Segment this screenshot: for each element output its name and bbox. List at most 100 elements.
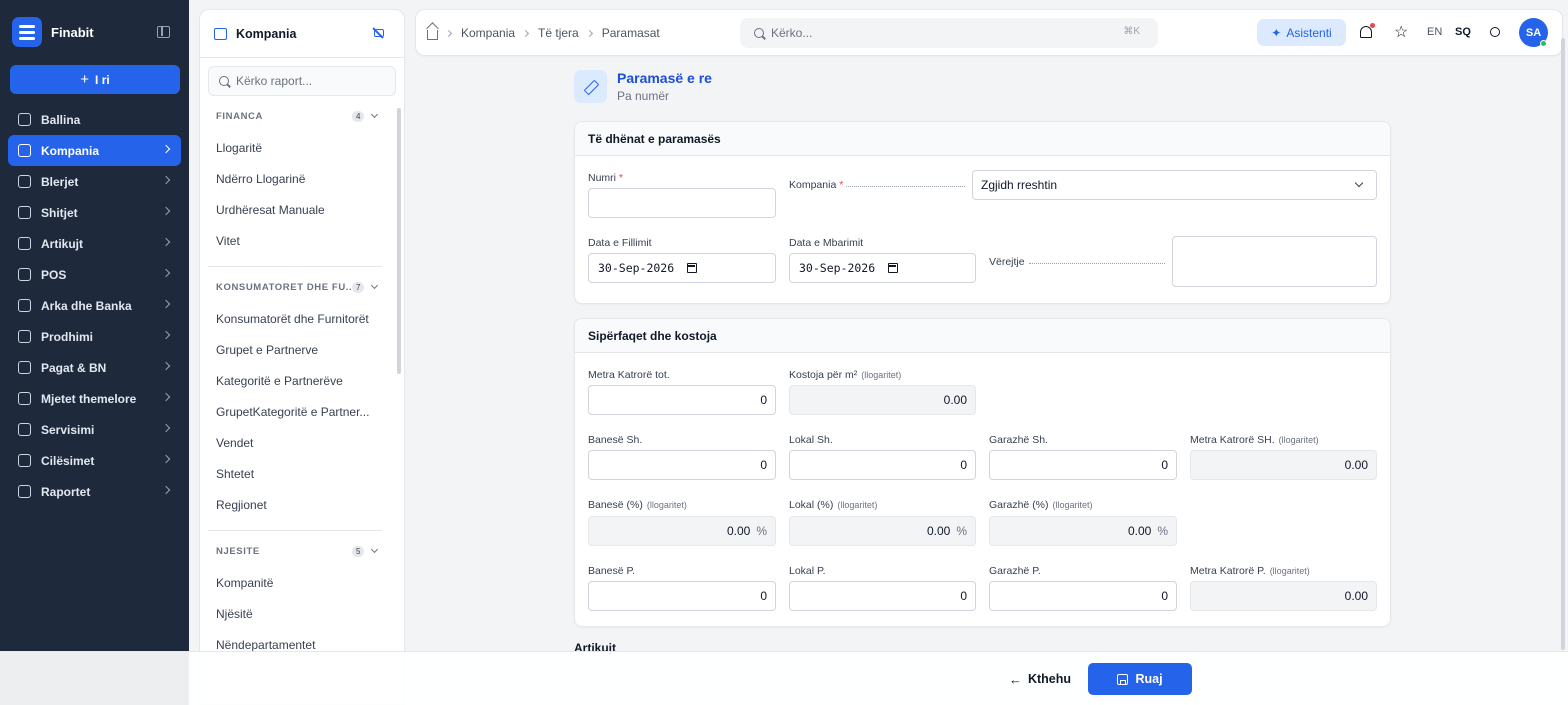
report-search-input[interactable]: [236, 74, 386, 88]
sidebar-item-shitjet[interactable]: Shitjet: [8, 197, 181, 228]
report-group-header[interactable]: FINANCA 4: [200, 106, 398, 126]
sidebar-item-label: Mjetet themelore: [41, 391, 137, 406]
report-item[interactable]: Konsumatorët dhe Furnitorët: [200, 303, 398, 334]
report-groups: FINANCA 4 Llogaritë Ndërro Llogarinë Urdhëre…: [200, 106, 398, 660]
sidebar-item-label: Artikujt: [41, 236, 83, 251]
report-group-header[interactable]: NJESITE 5: [200, 541, 398, 561]
sidebar-item-label: Pagat & BN: [41, 360, 107, 375]
report-item[interactable]: Grupet e Partnerve: [200, 334, 398, 365]
numri-label: Numri *: [588, 172, 624, 184]
lang-sq[interactable]: SQ: [1455, 26, 1471, 38]
kompania-select[interactable]: Zgjidh rreshtin: [972, 170, 1377, 200]
chevron-right-icon: [161, 485, 171, 495]
main-scrollbar[interactable]: [1561, 38, 1565, 650]
star-icon[interactable]: ☆: [1394, 22, 1408, 42]
search-shortcut: ⌘K: [1123, 26, 1140, 37]
panel-scrollbar[interactable]: [397, 108, 401, 374]
label-leader: [846, 186, 965, 187]
report-item[interactable]: Vendet: [200, 427, 398, 458]
sun-icon[interactable]: [1490, 27, 1500, 37]
chevron-right-icon: [161, 175, 171, 185]
report-item[interactable]: Urdhëresat Manuale: [200, 194, 398, 225]
verejtje-label: Vërejtje: [989, 256, 1025, 268]
breadcrumb-item[interactable]: Kompania: [461, 26, 515, 40]
assistant-button[interactable]: ✦ Asistenti: [1257, 19, 1346, 46]
report-group-header[interactable]: KONSUMATORET DHE FU... 7: [200, 277, 398, 297]
report-item[interactable]: Njësitë: [200, 598, 398, 629]
home-icon[interactable]: [427, 29, 438, 40]
calendar-icon[interactable]: [888, 263, 898, 273]
sidebar-item-artikujt[interactable]: Artikujt: [8, 228, 181, 259]
bell-icon[interactable]: [1360, 26, 1372, 38]
verejtje-textarea[interactable]: [1172, 236, 1377, 287]
truck-icon: [18, 175, 31, 188]
details-heading: Të dhënat e paramasës: [575, 122, 1390, 156]
save-icon: [1117, 673, 1129, 685]
sidebar-item-pos[interactable]: POS: [8, 259, 181, 290]
save-button-label: Ruaj: [1135, 672, 1163, 686]
sidebar-item-cilësimet[interactable]: Cilësimet: [8, 445, 181, 476]
data-mbarimit-value: 30-Sep-2026: [799, 261, 876, 275]
report-item[interactable]: Llogaritë: [200, 132, 398, 163]
chevron-down-icon: [370, 110, 379, 119]
report-item[interactable]: Kompanitë: [200, 567, 398, 598]
back-button[interactable]: ← Kthehu: [1003, 663, 1077, 695]
brand[interactable]: Finabit: [12, 17, 94, 47]
garazhe-sh-input[interactable]: [989, 450, 1177, 480]
global-search-input[interactable]: [771, 26, 1101, 40]
garazhe-sh-label: Garazhë Sh.: [989, 434, 1048, 446]
panel-title: Kompania: [236, 26, 297, 41]
banese-p-input[interactable]: [588, 581, 776, 611]
sidebar-item-servisimi[interactable]: Servisimi: [8, 414, 181, 445]
areas-heading: Sipërfaqet dhe kostoja: [575, 319, 1390, 353]
save-button[interactable]: Ruaj: [1088, 663, 1192, 695]
garazhe-p-input[interactable]: [989, 581, 1177, 611]
chevron-right-icon: [522, 29, 530, 37]
numri-input[interactable]: [588, 188, 776, 218]
lokal-p-input[interactable]: [789, 581, 976, 611]
breadcrumb-item[interactable]: Të tjera: [538, 26, 579, 40]
lokal-sh-input[interactable]: [789, 450, 976, 480]
report-item[interactable]: Ndërro Llogarinë: [200, 163, 398, 194]
data-mbarimit-input[interactable]: 30-Sep-2026: [789, 253, 976, 283]
lokal-sh-label: Lokal Sh.: [789, 434, 833, 446]
sidebar-item-prodhimi[interactable]: Prodhimi: [8, 321, 181, 352]
sidebar-item-label: Servisimi: [41, 422, 95, 437]
report-item[interactable]: Vitet: [200, 225, 398, 256]
sidebar-item-kompania[interactable]: Kompania: [8, 135, 181, 166]
banese-pct-field: 0.00%: [588, 516, 776, 546]
new-button-label: I ri: [95, 72, 110, 87]
sidebar-item-blerjet[interactable]: Blerjet: [8, 166, 181, 197]
sidebar-item-arka-dhe-banka[interactable]: Arka dhe Banka: [8, 290, 181, 321]
unpin-icon[interactable]: [372, 27, 384, 39]
bag-icon: [18, 206, 31, 219]
label-leader: [1029, 263, 1165, 264]
report-item[interactable]: Kategoritë e Partnerëve: [200, 365, 398, 396]
report-item[interactable]: GrupetKategoritë e Partner...: [200, 396, 398, 427]
sidebar-item-raportet[interactable]: Raportet: [8, 476, 181, 507]
online-status-dot: [1540, 40, 1547, 47]
lokal-pct-field: 0.00%: [789, 516, 976, 546]
chevron-right-icon: [161, 299, 171, 309]
action-bar: ← Kthehu Ruaj: [0, 651, 1568, 705]
report-item[interactable]: Regjionet: [200, 489, 398, 520]
group-divider: [208, 266, 382, 267]
sidebar-item-pagat-bn[interactable]: Pagat & BN: [8, 352, 181, 383]
chevron-right-icon: [161, 144, 171, 154]
new-button[interactable]: + I ri: [10, 65, 180, 94]
report-item[interactable]: Shtetet: [200, 458, 398, 489]
asset-icon: [18, 392, 31, 405]
data-fillimit-input[interactable]: 30-Sep-2026: [588, 253, 776, 283]
chevron-right-icon: [161, 392, 171, 402]
sidebar-item-ballina[interactable]: Ballina: [8, 104, 181, 135]
sidebar-item-mjetet-themelore[interactable]: Mjetet themelore: [8, 383, 181, 414]
bar-chart-icon: [18, 485, 31, 498]
report-group-count: 4: [352, 111, 365, 122]
calendar-icon[interactable]: [687, 263, 697, 273]
lang-en[interactable]: EN: [1427, 26, 1442, 38]
factory-icon: [18, 330, 31, 343]
metra-tot-input[interactable]: [588, 385, 776, 415]
sidebar-collapse-icon[interactable]: [157, 26, 170, 38]
chevron-right-icon: [161, 423, 171, 433]
banese-sh-input[interactable]: [588, 450, 776, 480]
